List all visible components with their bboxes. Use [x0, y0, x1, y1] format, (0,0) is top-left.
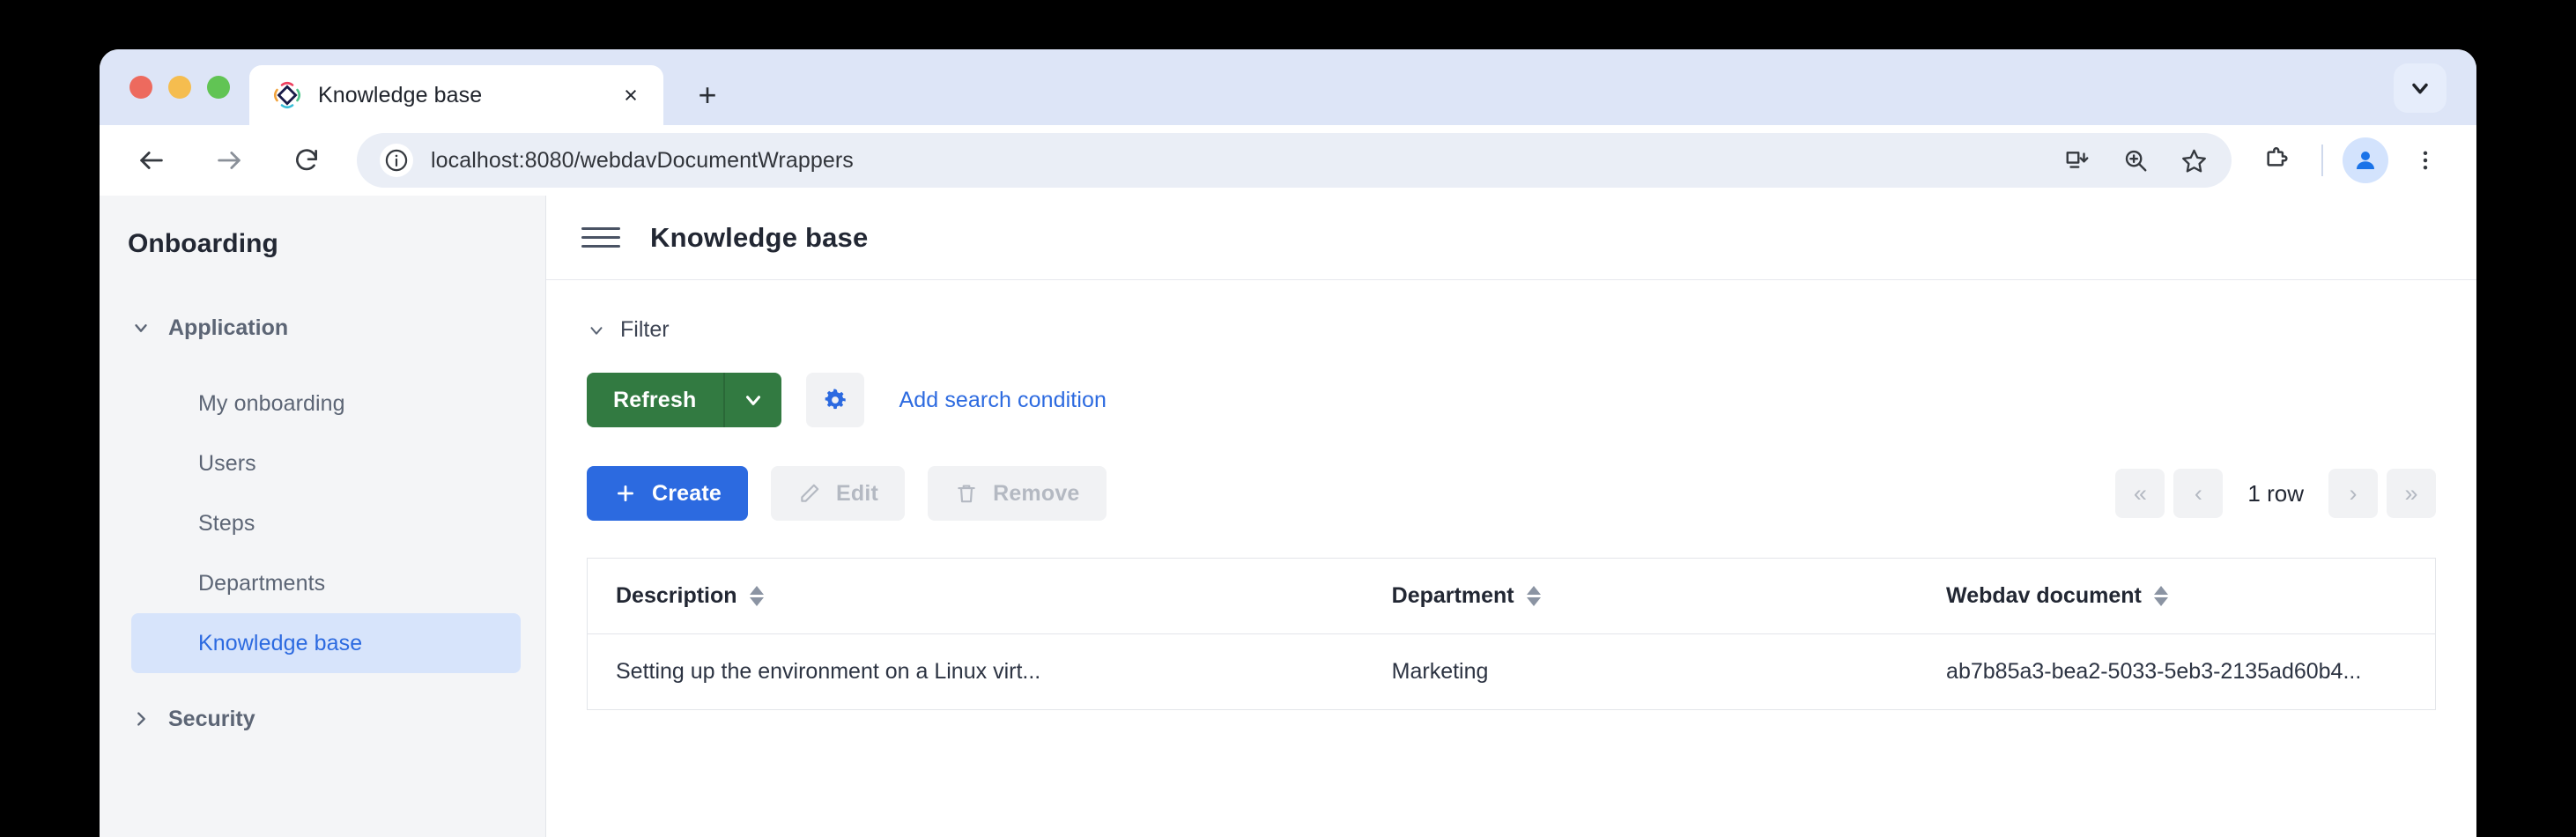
chevron-down-icon	[587, 321, 606, 340]
sidebar-item-users[interactable]: Users	[131, 433, 521, 493]
browser-tab-title: Knowledge base	[318, 83, 616, 108]
content-body: Filter Refresh Add search condition	[546, 280, 2476, 837]
table-toolbar: Create Edit Remove	[587, 466, 2436, 521]
tab-list-chevron-down-icon[interactable]	[2394, 63, 2446, 113]
cell-description: Setting up the environment on a Linux vi…	[588, 634, 1364, 710]
sort-arrows-icon	[1527, 586, 1541, 606]
remove-button[interactable]: Remove	[928, 466, 1106, 521]
previous-page-button[interactable]: ‹	[2173, 469, 2223, 518]
sidebar-spacer	[100, 673, 545, 696]
app-brand-title: Onboarding	[100, 229, 545, 259]
table-header: Description Department	[588, 559, 2436, 634]
filter-toggle[interactable]: Filter	[587, 317, 670, 343]
edit-button[interactable]: Edit	[771, 466, 905, 521]
table-header-row: Description Department	[588, 559, 2436, 634]
table-row[interactable]: Setting up the environment on a Linux vi…	[588, 634, 2436, 710]
column-header-description[interactable]: Description	[588, 559, 1364, 634]
sidebar-item-label: Knowledge base	[198, 631, 362, 656]
chevron-down-icon	[131, 318, 151, 337]
forward-arrow-icon[interactable]	[202, 133, 256, 188]
sidebar-item-label: Users	[198, 451, 256, 477]
sidebar-item-steps[interactable]: Steps	[131, 493, 521, 553]
filter-actions: Refresh Add search condition	[587, 373, 2436, 427]
column-header-label: Description	[616, 583, 737, 609]
first-page-button[interactable]: «	[2115, 469, 2165, 518]
app-viewport: Onboarding Application My onboarding Use…	[100, 196, 2476, 837]
remove-button-label: Remove	[993, 481, 1079, 507]
sort-arrows-icon	[2154, 586, 2168, 606]
address-bar-url: localhost:8080/webdavDocumentWrappers	[431, 148, 854, 174]
add-search-condition-link[interactable]: Add search condition	[899, 388, 1107, 413]
hamburger-menu-icon[interactable]	[578, 215, 624, 261]
cell-webdav-document: ab7b85a3-bea2-5033-5eb3-2135ad60b4...	[1918, 634, 2435, 710]
bookmark-star-icon[interactable]	[2175, 142, 2212, 179]
plus-icon	[613, 481, 638, 506]
three-dot-menu-icon[interactable]	[2401, 136, 2450, 185]
profile-avatar-icon[interactable]	[2343, 137, 2388, 183]
cell-department: Marketing	[1364, 634, 1918, 710]
minimize-window-button[interactable]	[168, 76, 191, 99]
refresh-dropdown-chevron-down-icon[interactable]	[723, 373, 781, 427]
edit-button-label: Edit	[836, 481, 878, 507]
browser-toolbar: localhost:8080/webdavDocumentWrappers	[100, 125, 2476, 196]
site-information-icon[interactable]	[380, 144, 413, 177]
back-arrow-icon[interactable]	[124, 133, 179, 188]
sidebar: Onboarding Application My onboarding Use…	[100, 196, 546, 837]
extensions-puzzle-icon[interactable]	[2251, 135, 2302, 186]
chevron-right-icon	[131, 709, 151, 729]
install-app-icon[interactable]	[2059, 142, 2096, 179]
column-header-label: Webdav document	[1946, 583, 2142, 609]
main-content: Knowledge base Filter Refresh	[546, 196, 2476, 837]
address-bar[interactable]: localhost:8080/webdavDocumentWrappers	[357, 133, 2232, 188]
next-page-button[interactable]: ›	[2328, 469, 2378, 518]
jmix-diamond-icon	[272, 80, 302, 110]
sidebar-item-label: Departments	[198, 571, 325, 596]
create-button[interactable]: Create	[587, 466, 748, 521]
pencil-icon	[797, 481, 822, 506]
sidebar-group-label: Application	[168, 315, 288, 341]
column-header-label: Department	[1392, 583, 1514, 609]
column-header-webdav-document[interactable]: Webdav document	[1918, 559, 2435, 634]
browser-tab-strip: Knowledge base × +	[100, 49, 2476, 125]
table-body: Setting up the environment on a Linux vi…	[588, 634, 2436, 710]
sidebar-item-label: My onboarding	[198, 391, 345, 417]
sidebar-item-label: Steps	[198, 511, 255, 537]
sidebar-spacer	[100, 351, 545, 374]
sidebar-group-application[interactable]: Application	[100, 305, 545, 351]
create-button-label: Create	[652, 481, 722, 507]
address-bar-actions	[2038, 142, 2212, 179]
sidebar-group-label: Security	[168, 707, 255, 732]
refresh-button[interactable]: Refresh	[587, 373, 723, 427]
row-count-label: 1 row	[2232, 480, 2320, 507]
filter-settings-gear-icon[interactable]	[806, 373, 864, 427]
close-window-button[interactable]	[130, 76, 152, 99]
trash-icon	[954, 481, 979, 506]
browser-toolbar-right	[2232, 135, 2450, 186]
close-tab-button[interactable]: ×	[616, 80, 646, 110]
browser-tab[interactable]: Knowledge base ×	[249, 65, 663, 125]
page-title: Knowledge base	[650, 222, 868, 254]
content-header: Knowledge base	[546, 196, 2476, 280]
pagination: « ‹ 1 row › »	[2115, 469, 2436, 518]
sidebar-group-security[interactable]: Security	[100, 696, 545, 742]
sidebar-item-departments[interactable]: Departments	[131, 553, 521, 613]
sidebar-item-knowledge-base[interactable]: Knowledge base	[131, 613, 521, 673]
new-tab-button[interactable]: +	[683, 70, 732, 120]
window-traffic-lights	[122, 49, 249, 125]
reload-icon[interactable]	[279, 133, 334, 188]
sort-arrows-icon	[750, 586, 764, 606]
last-page-button[interactable]: »	[2387, 469, 2436, 518]
browser-window: Knowledge base × + localhost:8080/webdav…	[100, 49, 2476, 837]
filter-label: Filter	[620, 317, 670, 343]
column-header-department[interactable]: Department	[1364, 559, 1918, 634]
toolbar-divider	[2321, 144, 2323, 176]
maximize-window-button[interactable]	[207, 76, 230, 99]
knowledge-base-table: Description Department	[587, 558, 2436, 710]
sidebar-item-my-onboarding[interactable]: My onboarding	[131, 374, 521, 433]
zoom-icon[interactable]	[2117, 142, 2154, 179]
